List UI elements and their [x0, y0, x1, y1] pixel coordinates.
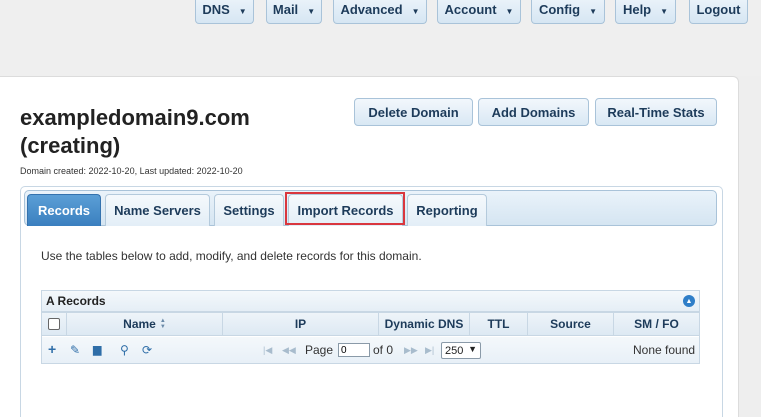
a-records-header — [41, 290, 700, 312]
refresh-icon[interactable]: ⟳ — [142, 343, 152, 357]
page-count: of 0 — [373, 343, 394, 357]
domain-status: (creating) — [20, 133, 121, 158]
column-name[interactable]: Name ▲▼ — [67, 312, 223, 336]
nav-mail-label: Mail — [272, 2, 299, 17]
chevron-down-icon: ▼ — [468, 344, 477, 354]
tab-settings[interactable]: Settings — [214, 194, 284, 226]
nav-account-label: Account — [444, 2, 497, 17]
column-ttl[interactable]: TTL — [470, 312, 528, 336]
nav-advanced-label: Advanced — [340, 2, 403, 17]
add-domains-button[interactable]: Add Domains — [478, 98, 589, 126]
collapse-icon[interactable]: ▲ — [683, 295, 695, 307]
edit-icon[interactable]: ✎ — [70, 343, 80, 357]
tab-reporting[interactable]: Reporting — [407, 194, 487, 226]
import-records-highlight — [285, 192, 405, 225]
nav-config-label: Config — [538, 2, 581, 17]
nav-help-label: Help — [622, 2, 652, 17]
sort-icon: ▲▼ — [159, 318, 166, 330]
caret-down-icon: ▼ — [307, 7, 316, 16]
page-size-select[interactable]: 250 ▼ — [441, 342, 481, 359]
nav-dns-button[interactable]: DNS ▼ — [195, 0, 254, 24]
nav-logout-button[interactable]: Logout — [689, 0, 748, 24]
column-source[interactable]: Source — [528, 312, 614, 336]
domain-dates: Domain created: 2022-10-20, Last updated… — [20, 166, 243, 176]
nav-config-button[interactable]: Config ▼ — [531, 0, 605, 24]
caret-down-icon: ▼ — [411, 7, 420, 16]
caret-down-icon: ▼ — [660, 7, 669, 16]
delete-icon[interactable]: ▆ — [93, 343, 101, 356]
delete-domain-button[interactable]: Delete Domain — [354, 98, 473, 126]
next-page-icon[interactable]: ▶▶ — [404, 345, 418, 356]
domain-name: exampledomain9.com — [20, 105, 250, 130]
nav-account-button[interactable]: Account ▼ — [437, 0, 521, 24]
search-icon[interactable]: ⚲ — [120, 343, 129, 357]
column-sm-fo[interactable]: SM / FO — [614, 312, 700, 336]
column-dynamic-dns[interactable]: Dynamic DNS — [379, 312, 470, 336]
nav-dns-label: DNS — [202, 2, 230, 17]
column-name-label: Name — [123, 317, 156, 331]
tab-name-servers[interactable]: Name Servers — [105, 194, 210, 226]
tab-records[interactable]: Records — [27, 194, 101, 226]
add-icon[interactable]: + — [48, 341, 56, 357]
nav-logout-label: Logout — [696, 2, 741, 17]
first-page-icon[interactable]: |◀ — [263, 345, 272, 356]
caret-down-icon: ▼ — [238, 7, 247, 16]
nav-help-button[interactable]: Help ▼ — [615, 0, 676, 24]
a-records-title: A Records — [46, 294, 106, 308]
real-time-stats-button[interactable]: Real-Time Stats — [595, 98, 717, 126]
page-size-value: 250 — [445, 344, 464, 357]
page-number-input[interactable] — [338, 343, 370, 357]
prev-page-icon[interactable]: ◀◀ — [282, 345, 296, 356]
caret-down-icon: ▼ — [589, 7, 598, 16]
last-page-icon[interactable]: ▶| — [425, 345, 434, 356]
select-all-checkbox[interactable] — [48, 318, 60, 330]
top-navigation: DNS ▼ Mail ▼ Advanced ▼ Account ▼ Config ▼ He… — [0, 0, 761, 76]
a-records-pager — [41, 337, 700, 364]
caret-down-icon: ▼ — [505, 7, 514, 16]
records-status: None found — [633, 343, 696, 357]
nav-mail-button[interactable]: Mail ▼ — [266, 0, 322, 24]
page-title: exampledomain9.com (creating) — [20, 104, 250, 160]
column-ip[interactable]: IP — [223, 312, 379, 336]
records-intro-text: Use the tables below to add, modify, and… — [41, 249, 422, 263]
nav-advanced-button[interactable]: Advanced ▼ — [333, 0, 427, 24]
page-label: Page — [305, 343, 334, 357]
